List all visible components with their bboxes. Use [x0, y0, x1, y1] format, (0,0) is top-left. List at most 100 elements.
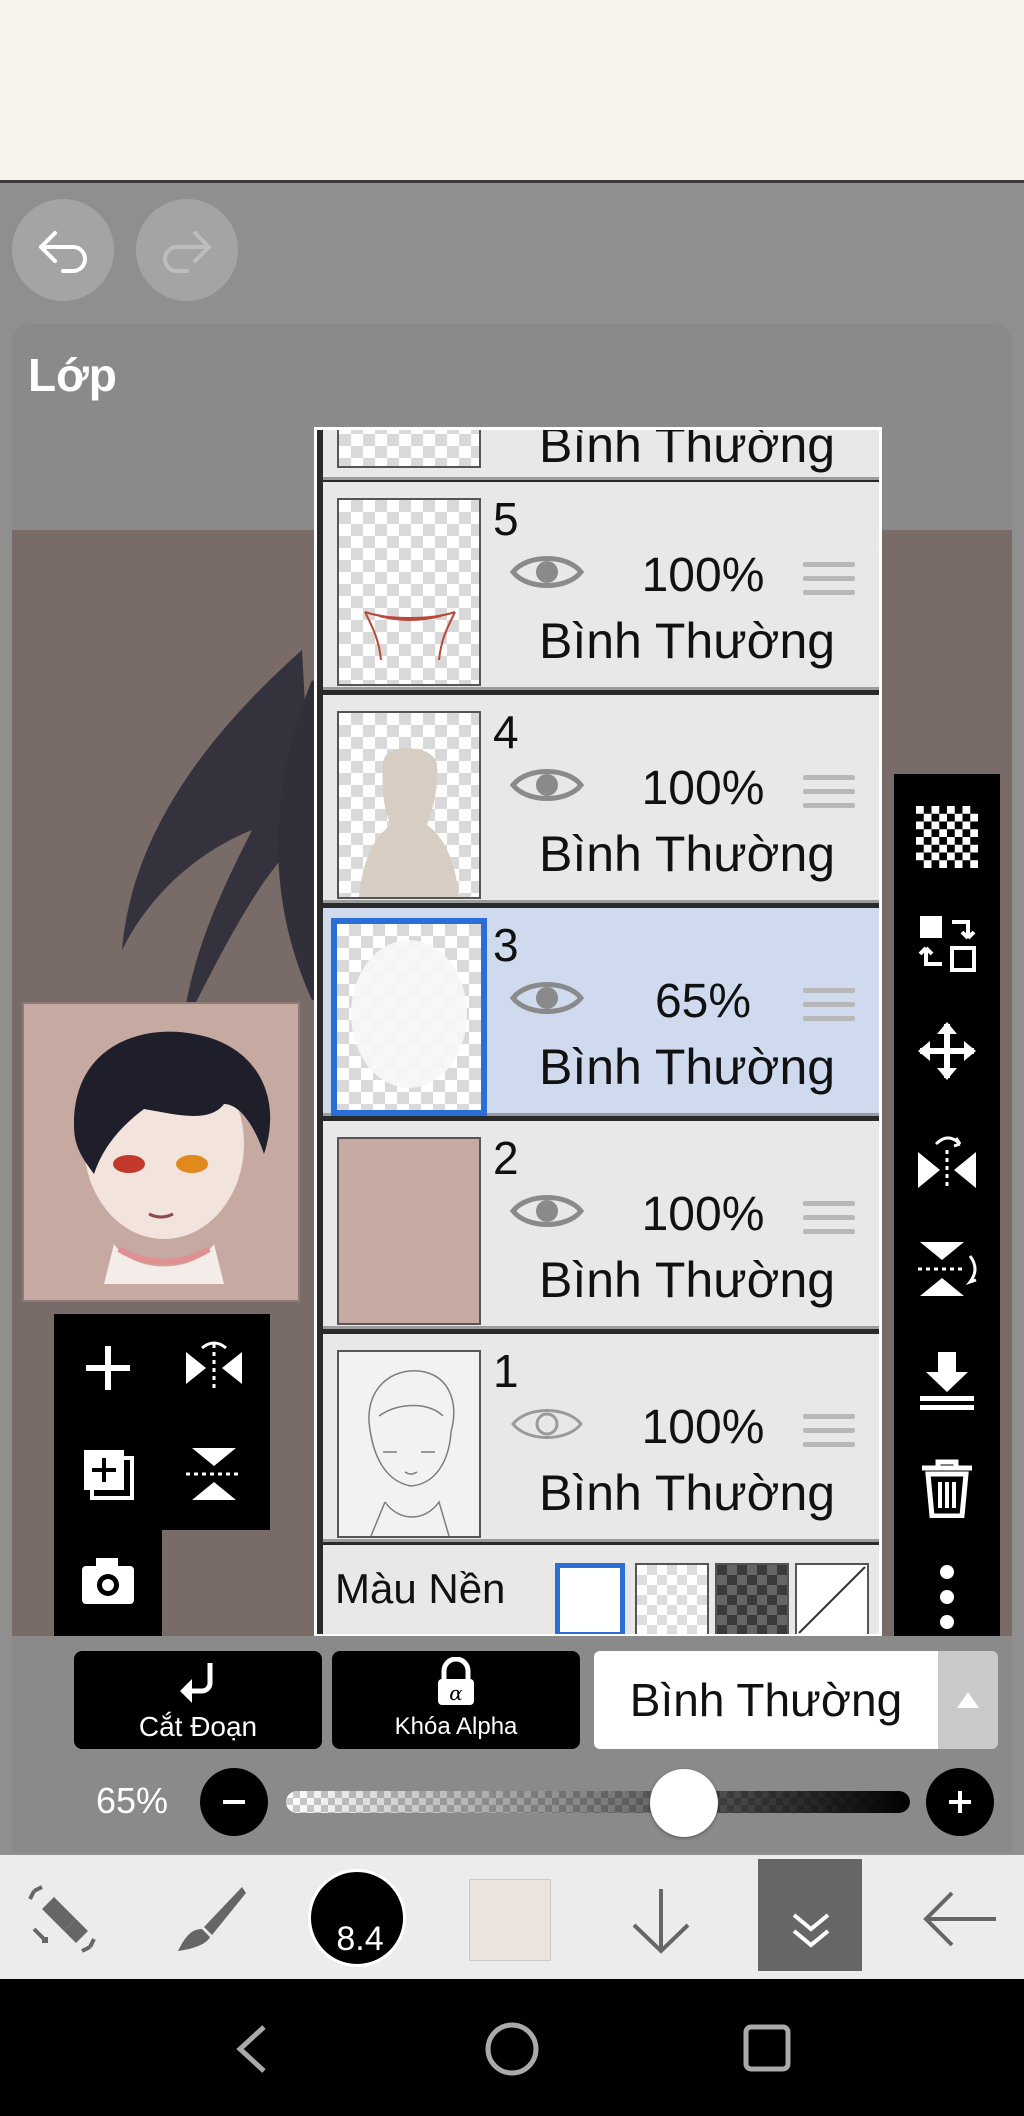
layer-visibility-toggle[interactable]	[509, 761, 585, 814]
eye-off-outline-icon	[511, 1409, 583, 1439]
nav-back-icon	[236, 2025, 266, 2073]
layer-blend-mode: Bình Thường	[539, 427, 836, 473]
redo-button[interactable]	[136, 199, 238, 301]
eye-icon	[509, 769, 585, 801]
nav-home-button[interactable]	[484, 2021, 540, 2082]
layer-row-selected[interactable]: 3 65% Bình Thường	[323, 908, 879, 1116]
layer-visibility-toggle[interactable]	[509, 1187, 585, 1240]
brush-size-value: 8.4	[336, 1920, 384, 1958]
arrow-down-icon	[632, 1889, 690, 1954]
transform-icon	[28, 1885, 96, 1953]
layer-mini-tools	[54, 1314, 270, 1530]
alpha-lock-button[interactable]: α Khóa Alpha	[332, 1651, 580, 1749]
opacity-slider-thumb[interactable]	[650, 1769, 718, 1837]
background-white-option[interactable]	[555, 1563, 625, 1634]
layer-opacity: 100%	[641, 762, 765, 815]
blend-mode-dropdown-button[interactable]	[938, 1651, 998, 1749]
layer-row[interactable]: 1 100% Bình Thường	[323, 1334, 879, 1542]
layer-visibility-toggle[interactable]	[509, 974, 585, 1027]
redo-icon	[163, 231, 211, 273]
add-layer-button[interactable]	[78, 1338, 138, 1403]
panel-title: Lớp	[28, 349, 117, 401]
chevron-double-down-icon	[792, 1913, 830, 1948]
more-vertical-icon	[940, 1565, 954, 1629]
layer-opacity: 100%	[641, 549, 765, 602]
layer-blend-mode: Bình Thường	[539, 1039, 836, 1095]
checkerboard-icon	[916, 806, 978, 868]
layer-down-button[interactable]	[628, 1885, 694, 1962]
layer-row[interactable]: 2 100% Bình Thường	[323, 1121, 879, 1329]
layer-visibility-toggle[interactable]	[509, 548, 585, 601]
layer-row[interactable]: 5 100% Bình Thường	[323, 482, 879, 690]
brush-tool-button[interactable]	[172, 1883, 248, 1960]
background-dark-checker-option[interactable]	[715, 1563, 789, 1634]
plus-icon	[86, 1346, 130, 1390]
alpha-lock-label: Khóa Alpha	[394, 1713, 518, 1740]
layer-thumbnail	[337, 1350, 481, 1538]
plus-icon	[949, 1791, 971, 1813]
layer-opacity: 100%	[641, 1188, 765, 1241]
triangle-up-icon	[957, 1692, 979, 1708]
minus-icon	[223, 1800, 245, 1804]
layer-list[interactable]: Bình Thường 5 100% Bình Thường 4 100% Bì…	[314, 427, 882, 1637]
layer-row-partial[interactable]: Bình Thường	[323, 430, 879, 480]
layer-number: 4	[493, 706, 519, 758]
layer-thumbnail	[337, 1137, 481, 1325]
brush-icon	[178, 1887, 246, 1951]
layers-panel-button[interactable]	[758, 1859, 862, 1971]
undo-button[interactable]	[12, 199, 114, 301]
drag-handle-icon[interactable]	[803, 1201, 855, 1247]
layer-opacity: 100%	[641, 1401, 765, 1454]
merge-down-icon	[920, 1352, 974, 1410]
layer-row[interactable]: 4 100% Bình Thường	[323, 695, 879, 903]
drag-handle-icon[interactable]	[803, 988, 855, 1034]
trash-icon	[922, 1459, 972, 1518]
layer-thumbnail	[331, 918, 487, 1116]
system-nav-bar	[0, 1979, 1024, 2116]
delete-layer-button[interactable]	[908, 1448, 986, 1526]
duplicate-layer-button[interactable]	[78, 1444, 138, 1509]
merge-down-button[interactable]	[908, 1340, 986, 1418]
flip-vertical-button[interactable]	[182, 1444, 246, 1509]
layer-number: 1	[493, 1345, 519, 1397]
background-color-row: Màu Nền	[323, 1545, 879, 1634]
brush-size-button[interactable]: 8.4	[308, 1869, 406, 1967]
main-toolbar: 8.4	[0, 1855, 1024, 1979]
transparency-button[interactable]	[908, 798, 986, 876]
nav-back-button[interactable]	[232, 2023, 272, 2080]
layer-thumbnail	[337, 498, 481, 686]
arrow-left-icon	[923, 1891, 996, 1947]
opacity-slider-track[interactable]	[286, 1791, 910, 1813]
move-layer-content-button[interactable]	[908, 904, 986, 982]
opacity-increase-button[interactable]	[926, 1768, 994, 1836]
nav-recents-button[interactable]	[742, 2023, 792, 2078]
drag-handle-icon[interactable]	[803, 775, 855, 821]
clipping-button[interactable]: Cắt Đoạn	[74, 1651, 322, 1749]
move-button[interactable]	[908, 1012, 986, 1090]
color-swatch-button[interactable]	[469, 1879, 551, 1961]
camera-tool-area	[54, 1530, 162, 1636]
flip-horizontal-button[interactable]	[182, 1338, 246, 1403]
blend-mode-select[interactable]: Bình Thường	[594, 1651, 938, 1749]
background-none-option[interactable]	[795, 1563, 869, 1634]
background-label: Màu Nền	[335, 1565, 506, 1612]
lock-alpha-icon: α	[438, 1657, 474, 1705]
layer-visibility-toggle[interactable]	[509, 1400, 585, 1453]
layer-blend-mode: Bình Thường	[539, 613, 836, 669]
layer-blend-mode: Bình Thường	[539, 1465, 836, 1521]
opacity-decrease-button[interactable]	[200, 1768, 268, 1836]
background-transparent-option[interactable]	[635, 1563, 709, 1634]
flip-vertical-side-button[interactable]	[908, 1230, 986, 1308]
import-photo-button[interactable]	[78, 1552, 138, 1613]
back-button[interactable]	[920, 1889, 1000, 1954]
drag-handle-icon[interactable]	[803, 1414, 855, 1460]
drag-handle-icon[interactable]	[803, 562, 855, 608]
more-options-button[interactable]	[908, 1558, 986, 1636]
eye-icon	[509, 556, 585, 588]
layer-blend-mode: Bình Thường	[539, 826, 836, 882]
transform-tool-button[interactable]	[24, 1883, 100, 1960]
move-arrows-icon	[918, 1022, 976, 1080]
flip-horizontal-side-button[interactable]	[908, 1122, 986, 1200]
swap-layers-icon	[918, 916, 976, 972]
layer-number: 2	[493, 1132, 519, 1184]
